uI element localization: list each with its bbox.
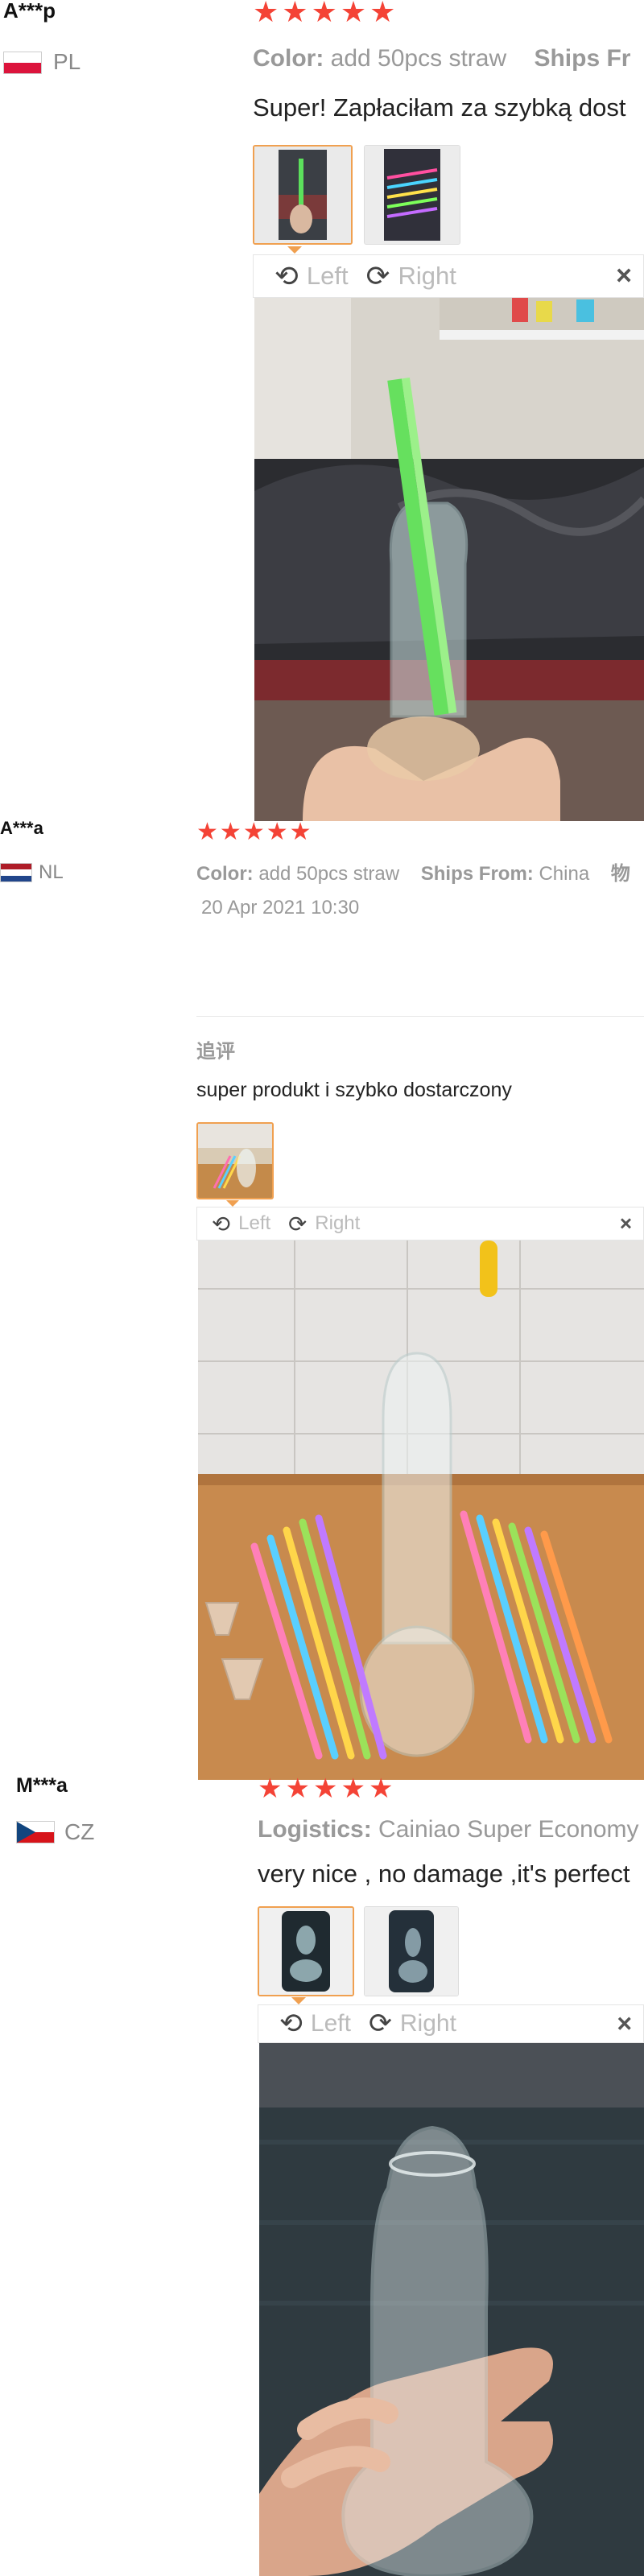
star-icon: ★ [341,1773,369,1804]
star-icon: ★ [242,819,266,845]
image-viewer-toolbar: ⟲ Left ⟳ Right × [253,254,644,298]
attr-label: Logistics: [258,1816,372,1843]
review-text: very nice , no damage ,it's perfect [258,1860,630,1888]
rotate-right-label: Right [315,1212,361,1234]
thumbnail-image [365,146,460,244]
star-icon: ★ [282,0,312,28]
followup-text: super produkt i szybko dostarczony [196,1079,512,1101]
star-icon: ★ [368,1773,397,1804]
star-icon: ★ [311,0,341,28]
close-icon[interactable]: × [620,1212,632,1236]
rotate-left-label: Left [306,262,349,290]
review-thumbnail[interactable] [253,145,353,245]
flag-cz-shape [17,1822,54,1843]
star-icon: ★ [285,1773,313,1804]
active-thumbnail-caret [287,246,302,254]
star-icon: ★ [266,819,290,845]
rotate-left-button[interactable]: ⟲ Left [212,1211,270,1237]
followup-label: 追评 [196,1041,235,1063]
thumbnail-image [254,147,351,243]
photo-image [254,298,644,821]
close-icon[interactable]: × [616,261,632,292]
rotate-left-label: Left [310,2010,351,2037]
rotate-left-button[interactable]: ⟲ Left [279,2008,351,2040]
rotate-left-icon: ⟲ [279,2008,303,2039]
review-photo [198,1241,644,1780]
star-rating: ★★★★★ [258,1773,396,1805]
review-thumbnail[interactable] [258,1906,354,1996]
reviewer-name: A***a [0,818,43,838]
star-icon: ★ [312,1773,341,1804]
sku-info: Color: add 50pcs straw Ships From: China… [196,857,630,886]
star-icon: ★ [219,819,243,845]
attr-label: Color: [253,45,324,72]
photo-image [259,2043,644,2576]
attr-label: Ships From: [420,863,534,885]
review-text: Super! Zapłaciłam za szybką dost [253,93,626,122]
review-thumbnail[interactable] [364,1906,459,1996]
thumbnail-image [259,1908,353,1995]
review-date: 20 Apr 2021 10:30 [201,897,360,919]
attr-label: 物 [610,863,630,885]
reviewer-country: CZ [64,1819,95,1844]
flag-pl-icon [3,52,42,74]
close-icon[interactable]: × [617,2009,632,2039]
image-viewer-toolbar: ⟲ Left ⟳ Right × [258,2004,644,2043]
reviewer-name: A***p [3,0,56,23]
flag-nl-icon [0,863,32,882]
attr-label: Ships Fr [534,45,631,72]
thumbnail-image [198,1124,272,1198]
logistics-info: Logistics: Cainiao Super Economy [258,1816,639,1843]
rotate-left-icon: ⟲ [212,1211,231,1236]
rotate-right-label: Right [398,262,456,290]
active-thumbnail-caret [291,1997,306,2004]
rotate-left-icon: ⟲ [275,259,299,292]
reviewer-country: NL [39,861,64,883]
sku-info: Color: add 50pcs straw Ships Fr [253,45,630,72]
star-icon: ★ [253,0,283,28]
star-icon: ★ [258,1773,286,1804]
review-thumbnail[interactable] [364,145,460,245]
star-icon: ★ [196,819,220,845]
reviewer-country: PL [53,49,81,74]
rotate-right-button[interactable]: ⟳ Right [366,260,456,293]
thumbnail-image [365,1907,458,1996]
review-thumbnail[interactable] [196,1122,274,1199]
attr-label: Color: [196,863,254,885]
rotate-right-icon: ⟳ [368,2008,392,2039]
photo-image [198,1241,644,1780]
review-photo [259,2043,644,2576]
rotate-right-label: Right [399,2010,456,2037]
rotate-right-button[interactable]: ⟳ Right [369,2008,456,2040]
active-thumbnail-caret [226,1200,239,1207]
star-icon: ★ [289,819,313,845]
attr-value: Cainiao Super Economy [378,1816,639,1843]
star-icon: ★ [369,0,399,28]
attr-value: add 50pcs straw [258,863,400,885]
star-icon: ★ [340,0,370,28]
attr-value: add 50pcs straw [330,45,507,72]
image-viewer-toolbar: ⟲ Left ⟳ Right × [196,1207,644,1241]
rotate-right-icon: ⟳ [288,1211,308,1236]
rotate-right-icon: ⟳ [365,259,390,292]
divider [196,1016,644,1017]
flag-cz-icon [16,1821,55,1843]
review-photo [254,298,644,821]
rotate-left-button[interactable]: ⟲ Left [275,260,349,293]
rotate-right-button[interactable]: ⟳ Right [288,1211,360,1237]
rotate-left-label: Left [238,1212,271,1234]
star-rating: ★★★★★ [253,0,398,29]
star-rating: ★★★★★ [196,818,313,846]
attr-value: China [539,863,590,885]
reviewer-name: M***a [16,1774,68,1797]
